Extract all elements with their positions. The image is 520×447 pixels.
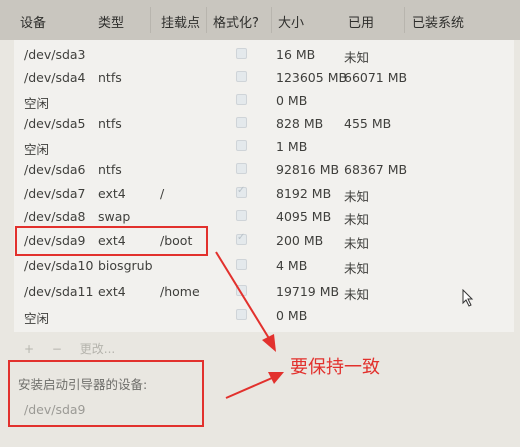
used-cell: 未知	[344, 50, 370, 65]
format-checkbox[interactable]	[236, 117, 247, 128]
format-checkbox[interactable]	[236, 163, 247, 174]
used-cell: 66071 MB	[344, 70, 408, 85]
format-checkbox[interactable]	[236, 140, 247, 151]
device-cell: 空闲	[24, 311, 50, 326]
highlight-box-sda9-row	[15, 226, 208, 256]
size-cell: 200 MB	[276, 233, 324, 248]
used-cell: 未知	[344, 212, 370, 227]
size-cell: 0 MB	[276, 308, 308, 323]
column-header-format[interactable]: 格式化?	[213, 12, 259, 31]
device-cell: /dev/sda6	[24, 162, 86, 177]
size-cell: 4095 MB	[276, 209, 332, 224]
device-cell: 空闲	[24, 96, 50, 111]
column-header-type[interactable]: 类型	[98, 12, 124, 31]
change-partition-button[interactable]: 更改...	[80, 342, 115, 356]
column-header-used[interactable]: 已用	[348, 12, 374, 31]
size-cell: 123605 MB	[276, 70, 348, 85]
table-row[interactable]: /dev/sda5 ntfs 828 MB 455 MB	[14, 112, 514, 135]
size-cell: 16 MB	[276, 47, 316, 62]
format-checkbox[interactable]	[236, 259, 247, 270]
format-checkbox[interactable]	[236, 210, 247, 221]
format-checkbox[interactable]	[236, 94, 247, 105]
device-cell: /dev/sda4	[24, 70, 86, 85]
type-cell: ext4	[98, 186, 126, 201]
format-checkbox[interactable]	[236, 309, 247, 320]
format-checkbox[interactable]	[236, 185, 247, 198]
type-cell: swap	[98, 209, 131, 224]
device-cell: /dev/sda7	[24, 186, 86, 201]
device-cell: /dev/sda8	[24, 209, 86, 224]
size-cell: 92816 MB	[276, 162, 340, 177]
device-cell: 空闲	[24, 142, 50, 157]
table-row[interactable]: 空闲 0 MB	[14, 304, 514, 327]
used-cell: 未知	[344, 189, 370, 204]
used-cell: 未知	[344, 261, 370, 276]
remove-partition-button[interactable]: −	[52, 342, 62, 356]
mount-point-cell: /home	[160, 284, 200, 299]
size-cell: 8192 MB	[276, 186, 332, 201]
add-partition-button[interactable]: +	[24, 342, 34, 356]
table-row[interactable]: 空闲 1 MB	[14, 135, 514, 158]
table-row[interactable]: /dev/sda7 ext4 / 8192 MB 未知	[14, 182, 514, 205]
mouse-cursor-icon	[462, 289, 474, 307]
used-cell: 未知	[344, 287, 370, 302]
annotation-text: 要保持一致	[290, 357, 380, 378]
size-cell: 19719 MB	[276, 284, 340, 299]
size-cell: 0 MB	[276, 93, 308, 108]
column-header-size[interactable]: 大小	[278, 12, 304, 31]
column-separator	[404, 7, 405, 33]
format-checkbox[interactable]	[236, 71, 247, 82]
column-header-mount[interactable]: 挂载点	[161, 12, 200, 31]
device-cell: /dev/sda5	[24, 116, 86, 131]
device-cell: /dev/sda11	[24, 284, 94, 299]
used-cell: 455 MB	[344, 116, 392, 131]
type-cell: ntfs	[98, 162, 122, 177]
mount-point-cell: /	[160, 186, 165, 201]
highlight-box-bootloader	[8, 360, 204, 427]
table-row[interactable]: /dev/sda11 ext4/home 19719 MB 未知	[14, 280, 514, 303]
size-cell: 4 MB	[276, 258, 308, 273]
arrow-line-from-bootloader	[225, 377, 273, 399]
size-cell: 828 MB	[276, 116, 324, 131]
table-row[interactable]: /dev/sda6 ntfs 92816 MB 68367 MB	[14, 158, 514, 181]
table-row[interactable]: /dev/sda8 swap 4095 MB 未知	[14, 205, 514, 228]
used-cell: 68367 MB	[344, 162, 408, 177]
table-row[interactable]: /dev/sda4 ntfs 123605 MB 66071 MB	[14, 66, 514, 89]
column-header-installed-os[interactable]: 已装系统	[412, 12, 464, 31]
type-cell: ext4	[98, 284, 126, 299]
size-cell: 1 MB	[276, 139, 308, 154]
device-cell: /dev/sda3	[24, 47, 86, 62]
table-row[interactable]: 空闲 0 MB	[14, 89, 514, 112]
device-cell: /dev/sda10	[24, 258, 94, 273]
format-checkbox[interactable]	[236, 48, 247, 59]
table-header: 设备 类型 挂载点 格式化? 大小 已用 已装系统	[0, 0, 520, 40]
type-cell: biosgrub	[98, 258, 153, 273]
format-checkbox[interactable]	[236, 232, 247, 245]
column-separator	[150, 7, 151, 33]
arrow-head-from-bootloader	[268, 372, 284, 384]
column-separator	[206, 7, 207, 33]
format-checkbox[interactable]	[236, 285, 247, 296]
type-cell: ntfs	[98, 116, 122, 131]
column-separator	[271, 7, 272, 33]
partition-toolbar: + − 更改...	[24, 340, 129, 357]
arrow-head-from-row	[262, 334, 276, 352]
table-row[interactable]: /dev/sda10 biosgrub 4 MB 未知	[14, 254, 514, 277]
type-cell: ntfs	[98, 70, 122, 85]
column-header-device[interactable]: 设备	[20, 12, 46, 31]
table-row[interactable]: /dev/sda3 16 MB 未知	[14, 43, 514, 66]
used-cell: 未知	[344, 236, 370, 251]
